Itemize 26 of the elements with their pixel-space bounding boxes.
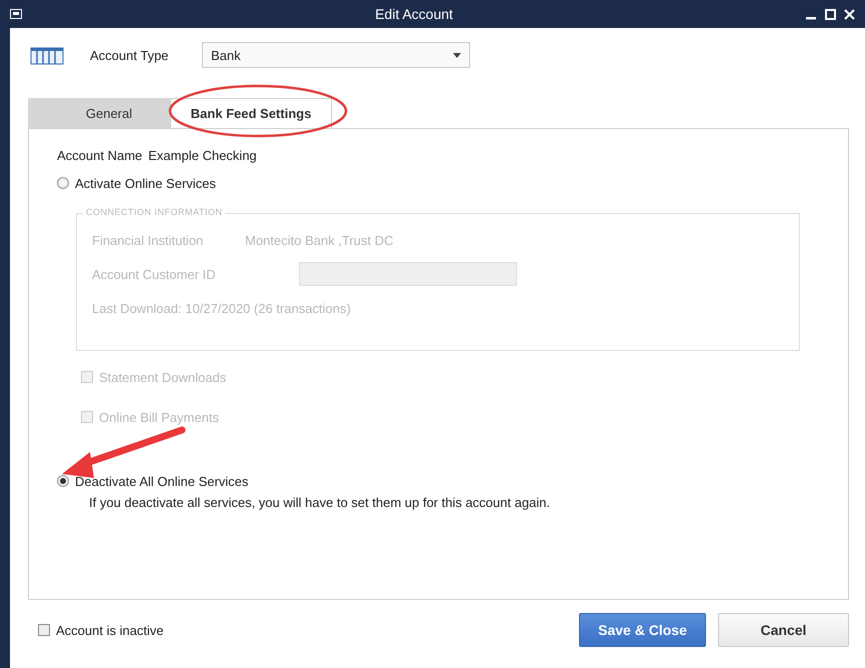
account-name-value: Example Checking (148, 148, 257, 162)
radio-label: Activate Online Services (75, 176, 216, 190)
window-menu-icon[interactable] (10, 9, 22, 19)
caret-icon (453, 52, 461, 58)
account-type-dropdown[interactable]: Bank (202, 42, 470, 68)
tab[interactable]: Bank Feed Settings (170, 98, 332, 128)
field-value: Montecito Bank ,Trust DC (245, 232, 394, 248)
maximize-icon[interactable] (825, 8, 836, 20)
group-title: CONNECTION INFORMATION (83, 207, 226, 217)
checkbox-label: Statement Downloads (99, 370, 226, 384)
radio-button[interactable] (57, 177, 69, 189)
checkbox-label: Account is inactive (56, 622, 164, 638)
checkbox-label: Online Bill Payments (99, 410, 219, 424)
cancel-button[interactable]: Cancel (718, 613, 849, 647)
window-title: Edit Account (374, 6, 454, 22)
field-label: Account Customer ID (92, 266, 217, 282)
account-type-label: Account Type (90, 48, 170, 62)
field-label: Financial Institution (92, 232, 204, 248)
save-button[interactable]: Save & Close (579, 613, 706, 647)
checkbox[interactable] (38, 624, 50, 636)
radio-button[interactable] (57, 475, 69, 487)
warning-text: If you deactivate all services, you will have to set them up for this account again. (89, 495, 552, 510)
close-icon[interactable] (844, 8, 855, 20)
account-name-label: Account Name (57, 148, 142, 162)
radio-label: Deactivate All Online Services (75, 474, 248, 488)
last-download-text: Last Download: 10/27/2020 (26 transactions) (92, 300, 351, 316)
